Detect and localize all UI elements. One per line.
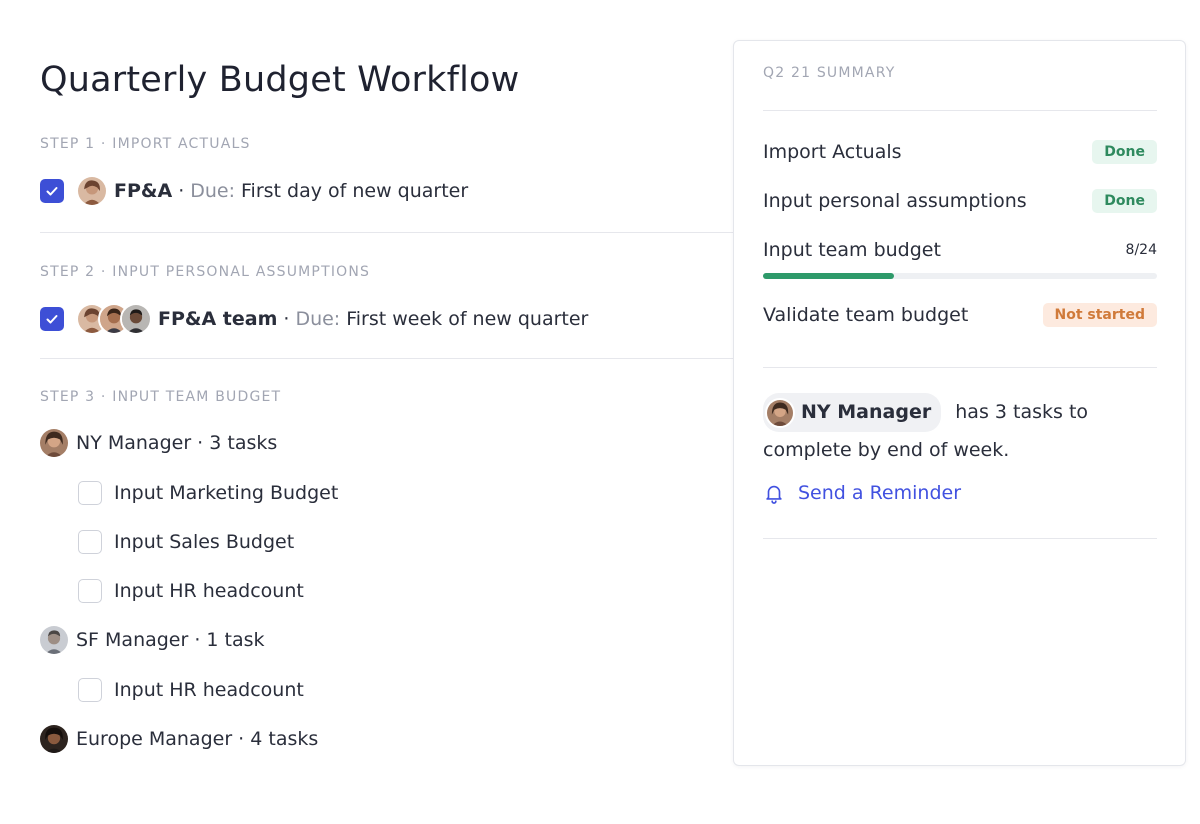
reminder-note: NY Manager has 3 tasks to complete by en… (763, 393, 1157, 469)
summary-row-personal-assumptions: Input personal assumptions Done (763, 186, 1157, 216)
summary-panel: Q2 21 SUMMARY Import Actuals Done Input … (733, 40, 1186, 766)
summary-row-label: Input team budget (763, 239, 941, 261)
manager-row-europe: Europe Manager · 4 tasks (38, 722, 319, 756)
task-checkbox[interactable] (78, 678, 102, 702)
task-label: Input HR headcount (114, 679, 304, 701)
step-2-due-label: Due: (295, 308, 341, 330)
divider (763, 538, 1157, 539)
summary-row-import-actuals: Import Actuals Done (763, 137, 1157, 167)
workflow-main: Quarterly Budget Workflow STEP 1 · IMPOR… (38, 0, 740, 824)
step-1-row: FP&A · Due: First day of new quarter (40, 174, 468, 208)
manager-label-sf: SF Manager · 1 task (76, 629, 265, 651)
avatar (38, 723, 70, 755)
send-reminder-button[interactable]: Send a Reminder (763, 482, 961, 504)
step-2-row: FP&A team · Due: First week of new quart… (40, 302, 588, 336)
step-2-label: STEP 2 · INPUT PERSONAL ASSUMPTIONS (40, 264, 371, 280)
divider (763, 367, 1157, 368)
summary-row-label: Import Actuals (763, 141, 902, 163)
manager-label-ny: NY Manager · 3 tasks (76, 432, 278, 454)
progress-fill (763, 273, 895, 279)
divider (763, 110, 1157, 111)
bell-icon (766, 485, 782, 504)
task-checkbox[interactable] (78, 579, 102, 603)
task-checkbox[interactable] (78, 530, 102, 554)
task-row: Input Marketing Budget (78, 476, 338, 510)
avatar (38, 427, 70, 459)
task-checkbox[interactable] (78, 481, 102, 505)
avatar (765, 397, 795, 428)
avatar (76, 175, 108, 207)
divider (40, 232, 740, 233)
check-icon (46, 315, 58, 324)
task-row: Input HR headcount (78, 574, 304, 608)
status-badge: Not started (1042, 303, 1157, 327)
step-1-owner: FP&A (114, 180, 173, 202)
summary-row-validate: Validate team budget Not started (763, 300, 1157, 330)
manager-chip-name: NY Manager (801, 401, 932, 423)
step-1-label: STEP 1 · IMPORT ACTUALS (40, 136, 251, 152)
progress-bar (763, 273, 1157, 279)
summary-row-team-budget: Input team budget 8/24 (763, 235, 1157, 265)
status-badge: Done (1092, 140, 1157, 164)
summary-row-label: Input personal assumptions (763, 190, 1027, 212)
task-label: Input Sales Budget (114, 531, 295, 553)
summary-heading: Q2 21 SUMMARY (763, 65, 896, 81)
progress-count: 8/24 (1125, 242, 1157, 258)
step-2-checkbox[interactable] (40, 307, 64, 331)
manager-label-europe: Europe Manager · 4 tasks (76, 728, 319, 750)
manager-row-ny: NY Manager · 3 tasks (38, 426, 278, 460)
step-1-checkbox[interactable] (40, 179, 64, 203)
avatar (38, 624, 70, 656)
page-title: Quarterly Budget Workflow (40, 60, 520, 100)
step-1-due-value: First day of new quarter (241, 180, 469, 202)
task-row: Input Sales Budget (78, 525, 294, 559)
task-row: Input HR headcount (78, 673, 304, 707)
task-label: Input HR headcount (114, 580, 304, 602)
send-reminder-label: Send a Reminder (798, 482, 962, 504)
divider (40, 358, 740, 359)
step-2-due-value: First week of new quarter (346, 308, 589, 330)
task-label: Input Marketing Budget (114, 482, 339, 504)
avatar (120, 303, 152, 335)
manager-row-sf: SF Manager · 1 task (38, 623, 265, 657)
step-3-label: STEP 3 · INPUT TEAM BUDGET (40, 389, 282, 405)
step-2-owner: FP&A team (158, 308, 278, 330)
step-1-due-label: Due: (190, 180, 235, 202)
check-icon (46, 187, 58, 196)
status-badge: Done (1092, 189, 1157, 213)
summary-row-label: Validate team budget (763, 304, 969, 326)
manager-chip[interactable]: NY Manager (763, 393, 942, 432)
